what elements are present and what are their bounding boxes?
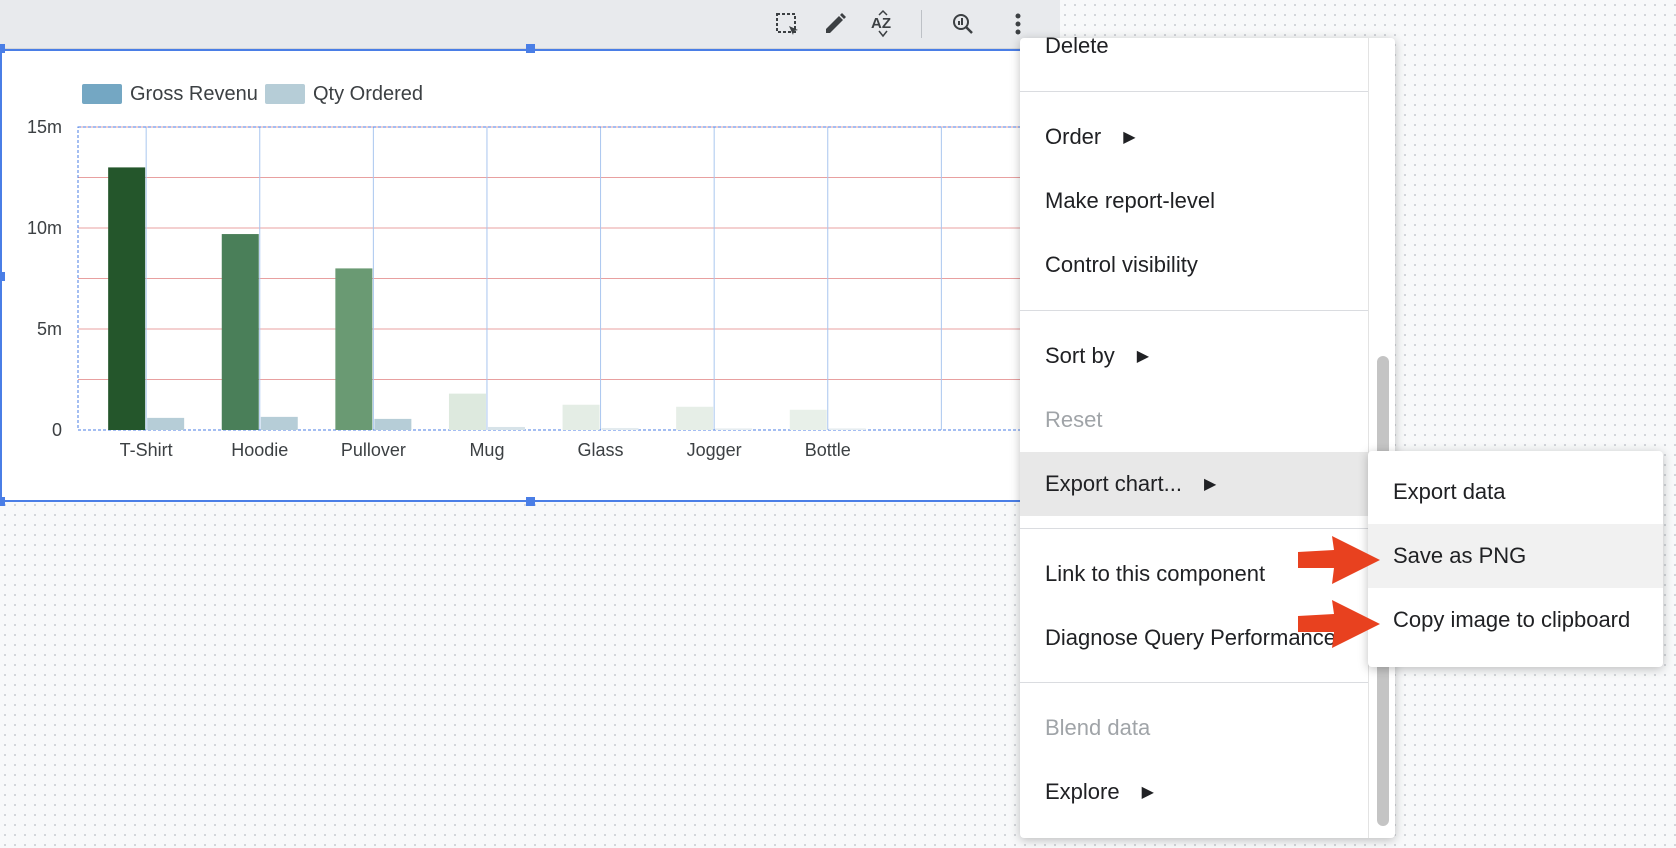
submenu-item-label: Export data <box>1393 479 1506 504</box>
menu-item-label: Blend data <box>1045 715 1151 740</box>
menu-item-label: Reset <box>1045 407 1103 432</box>
menu-scrollbar[interactable] <box>1368 38 1396 838</box>
menu-item-label: Export chart... <box>1045 471 1182 496</box>
svg-text:AZ: AZ <box>871 15 891 32</box>
menu-item-label: Sort by <box>1045 343 1115 368</box>
menu-divider <box>1020 310 1368 311</box>
submenu-item-copy-image[interactable]: Copy image to clipboard <box>1368 588 1663 652</box>
sort-az-icon[interactable]: AZ <box>865 6 901 42</box>
y-tick-label: 5m <box>37 319 62 339</box>
resize-handle[interactable] <box>526 44 535 53</box>
bar-qty-ordered <box>260 416 298 430</box>
menu-item-sort-by[interactable]: Sort by ▶ <box>1020 324 1368 388</box>
menu-item-label: Order <box>1045 124 1102 149</box>
menu-item-label: Explore <box>1045 779 1120 804</box>
bar-gross-revenue <box>676 406 714 430</box>
menu-item-label: Link to this component <box>1045 561 1266 586</box>
submenu-item-save-png[interactable]: Save as PNG <box>1368 524 1663 588</box>
submenu-item-label: Copy image to clipboard <box>1393 607 1631 632</box>
query-performance-icon[interactable] <box>945 6 981 42</box>
menu-item-label: Make report-level <box>1045 188 1215 213</box>
edit-pencil-icon[interactable] <box>817 6 853 42</box>
resize-handle[interactable] <box>0 497 5 506</box>
menu-item-delete[interactable]: Delete <box>1020 14 1368 78</box>
submenu-arrow-icon: ▶ <box>1203 476 1217 493</box>
menu-divider <box>1020 91 1368 92</box>
annotation-arrow-icon <box>1298 600 1380 648</box>
bar-gross-revenue <box>789 409 827 430</box>
annotation-arrow-icon <box>1298 536 1380 584</box>
menu-item-blend-data: Blend data <box>1020 696 1368 760</box>
bar-qty-ordered <box>147 417 185 430</box>
bar-gross-revenue <box>448 393 486 430</box>
menu-item-label: Diagnose Query Performance <box>1045 625 1337 650</box>
menu-divider <box>1020 528 1368 529</box>
menu-item-label: Control visibility <box>1045 252 1198 277</box>
menu-item-label: Delete <box>1045 33 1109 58</box>
bar-qty-ordered <box>487 426 525 430</box>
submenu-item-label: Save as PNG <box>1393 543 1527 568</box>
bar-qty-ordered <box>828 428 866 430</box>
menu-item-control-visibility[interactable]: Control visibility <box>1020 233 1368 297</box>
y-tick-label: 10m <box>27 218 62 238</box>
bar-qty-ordered <box>715 428 753 430</box>
menu-item-explore[interactable]: Explore ▶ <box>1020 760 1368 824</box>
bar-gross-revenue <box>335 268 373 430</box>
y-tick-label: 15m <box>27 117 62 137</box>
bar-qty-ordered <box>601 427 639 430</box>
toolbar-separator <box>921 10 922 38</box>
select-area-icon[interactable] <box>769 6 805 42</box>
context-menu: Delete Order ▶ Make report-level Control … <box>1020 33 1396 838</box>
chart-component[interactable]: Gross Revenu Qty Ordered T-Shirt Hoodie Pu… <box>0 49 1040 502</box>
menu-item-make-report-level[interactable]: Make report-level <box>1020 169 1368 233</box>
bar-gross-revenue <box>221 234 259 430</box>
x-tick-label: Glass <box>578 440 624 460</box>
bar-chart: T-Shirt Hoodie Pullover Mug Glass Jogger Bottl… <box>27 117 1038 460</box>
menu-divider <box>1020 682 1368 683</box>
chart-toolbar: AZ <box>0 0 1060 49</box>
x-tick-label: Pullover <box>341 440 406 460</box>
x-tick-label: Mug <box>469 440 504 460</box>
submenu-item-export-data[interactable]: Export data <box>1368 460 1663 524</box>
submenu-arrow-icon: ▶ <box>1136 348 1150 365</box>
x-tick-label: Jogger <box>687 440 742 460</box>
y-tick-label: 0 <box>52 420 62 440</box>
resize-handle[interactable] <box>0 272 5 281</box>
submenu-arrow-icon: ▶ <box>1141 784 1154 801</box>
submenu-arrow-icon: ▶ <box>1123 129 1136 146</box>
menu-item-order[interactable]: Order ▶ <box>1020 105 1368 169</box>
bar-qty-ordered <box>374 418 412 430</box>
x-tick-label: Bottle <box>805 440 851 460</box>
bar-gross-revenue <box>562 404 600 430</box>
export-submenu: Export data Save as PNG Copy image to cl… <box>1368 451 1663 667</box>
x-tick-label: T-Shirt <box>120 440 173 460</box>
x-tick-label: Hoodie <box>231 440 288 460</box>
menu-item-export-chart[interactable]: Export chart... ▶ <box>1020 452 1368 516</box>
menu-item-reset: Reset <box>1020 388 1368 452</box>
resize-handle[interactable] <box>526 497 535 506</box>
resize-handle[interactable] <box>0 44 5 53</box>
bar-gross-revenue <box>108 167 146 430</box>
